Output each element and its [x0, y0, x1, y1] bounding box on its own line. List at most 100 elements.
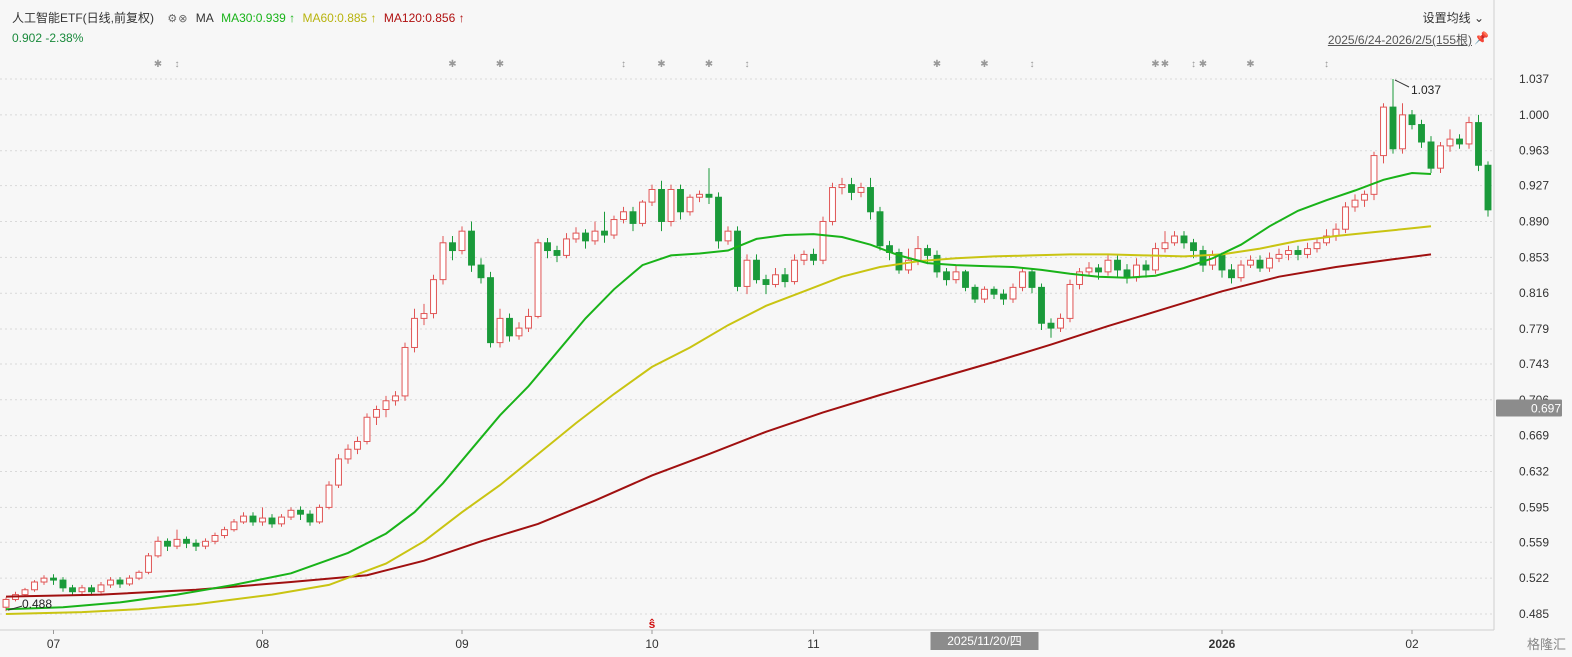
- candle: [1275, 253, 1283, 259]
- candlestick-chart[interactable]: 1.037 1.000 0.963 0.927 0.890 0.853 0.816 0.779…: [0, 0, 1572, 657]
- candle: [1114, 259, 1121, 271]
- candle: [696, 193, 703, 198]
- y-tick-label: 0.927: [1519, 179, 1549, 193]
- candle: [449, 242, 456, 252]
- candle: [572, 232, 580, 240]
- candle: [59, 579, 67, 589]
- candle: [458, 230, 466, 252]
- y-tick-label: 1.000: [1519, 108, 1549, 122]
- y-tick-label: 0.522: [1519, 571, 1549, 585]
- event-marker-icon: ✱: [657, 59, 665, 70]
- candle: [1218, 254, 1226, 271]
- candle: [1038, 286, 1045, 324]
- x-tick-label: 2026: [1209, 637, 1236, 651]
- candle: [1190, 242, 1197, 252]
- candle: [620, 211, 627, 221]
- candle: [1484, 164, 1492, 211]
- candle: [1247, 259, 1254, 266]
- candle: [411, 317, 418, 348]
- event-marker-icon: ✱: [154, 59, 162, 70]
- candle: [316, 506, 323, 523]
- candle: [344, 448, 352, 460]
- candle: [1285, 250, 1292, 255]
- candle: [401, 346, 409, 397]
- event-marker-icon: ✱: [705, 59, 713, 70]
- candle: [420, 313, 428, 319]
- candle: [952, 271, 960, 281]
- event-marker-icon: ↕: [1191, 59, 1196, 70]
- candle: [468, 230, 475, 266]
- candle: [648, 188, 656, 203]
- candle: [506, 317, 513, 337]
- candle: [658, 188, 665, 222]
- candle: [515, 327, 523, 337]
- candle: [601, 230, 608, 236]
- ma120-line: [5, 253, 1432, 598]
- x-tick-label: 10: [645, 637, 659, 651]
- candle: [1361, 193, 1368, 201]
- candle: [1066, 283, 1074, 319]
- candle: [392, 395, 399, 402]
- candle: [1380, 106, 1387, 157]
- candle: [439, 242, 447, 281]
- candle: [192, 542, 200, 547]
- candle: [553, 250, 561, 256]
- candle: [971, 286, 979, 300]
- candle: [230, 521, 238, 531]
- candle: [1456, 138, 1463, 145]
- candle: [1342, 206, 1349, 230]
- candle: [753, 259, 760, 281]
- max-pointer: [1394, 79, 1410, 88]
- candle: [781, 274, 789, 283]
- candle: [734, 230, 741, 287]
- candle: [278, 516, 285, 525]
- candle: [164, 540, 171, 547]
- y-tick-label: 0.595: [1519, 500, 1549, 514]
- candle: [981, 288, 988, 300]
- candle: [249, 515, 257, 523]
- y-tick-label: 0.632: [1519, 465, 1549, 479]
- candle: [686, 196, 694, 213]
- candle: [810, 253, 817, 261]
- candle: [487, 277, 494, 344]
- candle: [69, 587, 76, 593]
- candle: [829, 187, 836, 222]
- event-marker-icon: ↕: [1324, 59, 1329, 70]
- ma60-line: [5, 225, 1432, 615]
- candle: [1370, 155, 1378, 195]
- candle: [1161, 242, 1169, 250]
- event-marker-icon: ✱: [1199, 59, 1207, 70]
- candle: [50, 577, 57, 581]
- candle: [154, 540, 162, 557]
- candle: [1465, 122, 1473, 145]
- candle: [943, 271, 950, 281]
- candle: [525, 315, 532, 329]
- candle: [325, 484, 333, 508]
- candle: [1057, 317, 1064, 329]
- candle: [430, 279, 437, 315]
- event-marker-icon: ✱: [448, 59, 456, 70]
- candle: [126, 577, 133, 585]
- candle: [1294, 250, 1302, 255]
- candle: [857, 187, 865, 193]
- candle: [1351, 199, 1359, 208]
- candle: [1389, 106, 1397, 150]
- candle: [88, 587, 95, 593]
- candle: [1313, 242, 1321, 250]
- candle: [1180, 235, 1188, 244]
- candle: [591, 230, 599, 242]
- candle: [582, 232, 589, 242]
- candle: [477, 264, 485, 279]
- candle: [743, 259, 751, 287]
- x-tick-label: 07: [47, 637, 61, 651]
- candle: [924, 248, 931, 256]
- candle: [1256, 259, 1264, 269]
- candle: [268, 517, 276, 525]
- event-marker-icon: ✱: [1151, 59, 1159, 70]
- candle: [363, 416, 371, 442]
- candle: [335, 458, 342, 486]
- candle: [1123, 269, 1131, 279]
- candle: [1266, 257, 1273, 269]
- candle: [800, 253, 808, 261]
- price-tag-label: 0.697: [1531, 402, 1561, 416]
